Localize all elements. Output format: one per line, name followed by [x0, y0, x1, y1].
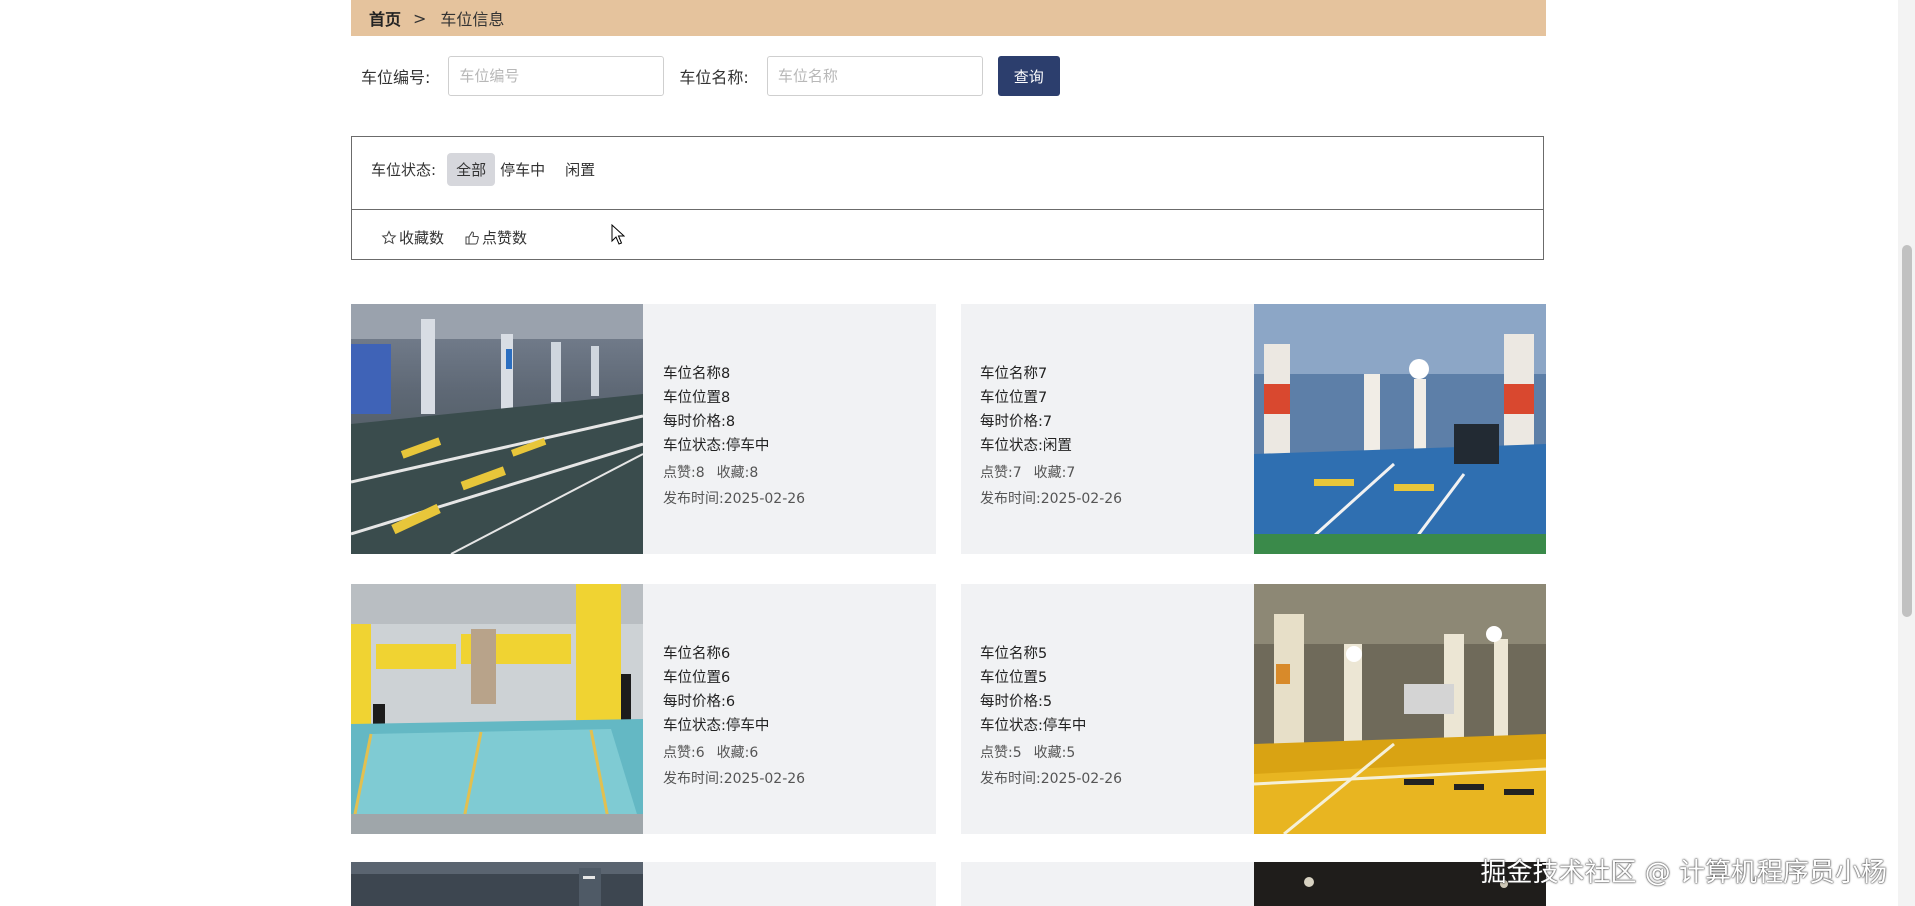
- publish-date: 发布时间:2025-02-26: [980, 771, 1123, 787]
- parking-photo: [351, 584, 643, 834]
- publish-date: 发布时间:2025-02-26: [663, 491, 806, 507]
- parking-name: 车位名称6: [663, 646, 731, 662]
- parking-price: 每时价格:6: [663, 694, 736, 710]
- likes-label: 点赞:: [663, 465, 696, 481]
- filter-divider: [352, 209, 1543, 210]
- publish-date: 发布时间:2025-02-26: [663, 771, 806, 787]
- parking-price: 每时价格:8: [663, 414, 736, 430]
- parking-name: 车位名称5: [980, 646, 1048, 662]
- page-container: 首页 > 车位信息 车位编号: 车位名称: 查询 车位状态: 全部 停车中 闲置…: [351, 0, 1546, 906]
- likes-label: 点赞:: [663, 745, 696, 761]
- parking-name-label: 车位名称:: [679, 68, 749, 87]
- parking-photo: [1254, 584, 1546, 834]
- status-option-parking[interactable]: 停车中: [497, 153, 554, 186]
- scrollbar-thumb[interactable]: [1902, 245, 1912, 617]
- parking-location: 车位位置5: [980, 670, 1048, 686]
- parking-name-input[interactable]: [766, 56, 983, 96]
- favorites-label: 收藏:: [1033, 465, 1067, 481]
- sort-options: 收藏数 点赞数: [381, 227, 547, 248]
- parking-price: 每时价格:7: [980, 414, 1053, 430]
- status-filter-label: 车位状态:: [371, 161, 437, 179]
- likes-count: 6: [695, 745, 705, 761]
- publish-date: 发布时间:2025-02-26: [980, 491, 1123, 507]
- likes-label: 点赞:: [980, 745, 1013, 761]
- parking-info: 车位名称5 车位位置5 每时价格:5 车位状态:停车中 点赞:5 收藏:5 发布时…: [980, 642, 1122, 792]
- vertical-scrollbar[interactable]: [1898, 0, 1915, 906]
- favorites-label: 收藏:: [716, 745, 750, 761]
- breadcrumb-current: 车位信息: [440, 10, 505, 29]
- parking-name: 车位名称7: [980, 366, 1048, 382]
- likes-label: 点赞:: [980, 465, 1013, 481]
- parking-card[interactable]: [961, 862, 1546, 906]
- status-filter: 车位状态: 全部 停车中 闲置: [371, 153, 606, 186]
- parking-code-input[interactable]: [448, 56, 665, 96]
- parking-stats: 点赞:8 收藏:8: [663, 460, 805, 486]
- parking-status: 车位状态:停车中: [980, 718, 1087, 734]
- sort-likes-label: 点赞数: [482, 229, 528, 247]
- parking-photo: [351, 862, 643, 906]
- parking-code-label: 车位编号:: [361, 68, 431, 87]
- parking-info: 车位名称8 车位位置8 每时价格:8 车位状态:停车中 点赞:8 收藏:8 发布时…: [663, 362, 805, 512]
- parking-status: 车位状态:停车中: [663, 438, 770, 454]
- mouse-cursor-icon: [611, 224, 625, 245]
- star-outline-icon: [381, 229, 397, 244]
- sort-by-likes[interactable]: 点赞数: [464, 227, 527, 248]
- likes-count: 5: [1012, 745, 1022, 761]
- parking-photo: [1254, 304, 1546, 554]
- parking-location: 车位位置7: [980, 390, 1048, 406]
- status-option-idle[interactable]: 闲置: [556, 153, 604, 186]
- parking-stats: 点赞:5 收藏:5: [980, 740, 1122, 766]
- favorites-count: 7: [1066, 465, 1076, 481]
- parking-status: 车位状态:停车中: [663, 718, 770, 734]
- breadcrumb-home[interactable]: 首页: [369, 6, 401, 30]
- parking-card[interactable]: 车位名称6 车位位置6 每时价格:6 车位状态:停车中 点赞:6 收藏:6 发布时…: [351, 584, 936, 834]
- parking-card[interactable]: 车位名称5 车位位置5 每时价格:5 车位状态:停车中 点赞:5 收藏:5 发布时…: [961, 584, 1546, 834]
- favorites-label: 收藏:: [716, 465, 750, 481]
- parking-card[interactable]: [351, 862, 936, 906]
- breadcrumb: 首页 > 车位信息: [351, 0, 1546, 36]
- parking-stats: 点赞:6 收藏:6: [663, 740, 805, 766]
- sort-favorites-label: 收藏数: [399, 229, 445, 247]
- parking-location: 车位位置6: [663, 670, 731, 686]
- thumbs-up-outline-icon: [465, 230, 479, 244]
- parking-stats: 点赞:7 收藏:7: [980, 460, 1122, 486]
- sort-by-favorites[interactable]: 收藏数: [381, 227, 444, 248]
- likes-count: 7: [1012, 465, 1022, 481]
- search-bar: 车位编号: 车位名称: 查询: [351, 56, 1060, 96]
- favorites-count: 8: [749, 465, 759, 481]
- query-button[interactable]: 查询: [997, 56, 1060, 96]
- parking-card[interactable]: 车位名称7 车位位置7 每时价格:7 车位状态:闲置 点赞:7 收藏:7 发布时间…: [961, 304, 1546, 554]
- watermark: 掘金技术社区 @ 计算机程序员小杨: [1480, 858, 1887, 888]
- breadcrumb-separator: >: [413, 8, 427, 28]
- parking-card[interactable]: 车位名称8 车位位置8 每时价格:8 车位状态:停车中 点赞:8 收藏:8 发布时…: [351, 304, 936, 554]
- favorites-label: 收藏:: [1033, 745, 1067, 761]
- favorites-count: 5: [1066, 745, 1076, 761]
- parking-location: 车位位置8: [663, 390, 731, 406]
- parking-price: 每时价格:5: [980, 694, 1053, 710]
- parking-status: 车位状态:闲置: [980, 438, 1072, 454]
- status-option-all[interactable]: 全部: [447, 153, 496, 186]
- filter-panel: 车位状态: 全部 停车中 闲置 收藏数 点赞数: [351, 136, 1544, 260]
- parking-info: 车位名称7 车位位置7 每时价格:7 车位状态:闲置 点赞:7 收藏:7 发布时间…: [980, 362, 1122, 512]
- parking-photo: [351, 304, 643, 554]
- parking-info: 车位名称6 车位位置6 每时价格:6 车位状态:停车中 点赞:6 收藏:6 发布时…: [663, 642, 805, 792]
- parking-name: 车位名称8: [663, 366, 731, 382]
- likes-count: 8: [695, 465, 705, 481]
- favorites-count: 6: [749, 745, 759, 761]
